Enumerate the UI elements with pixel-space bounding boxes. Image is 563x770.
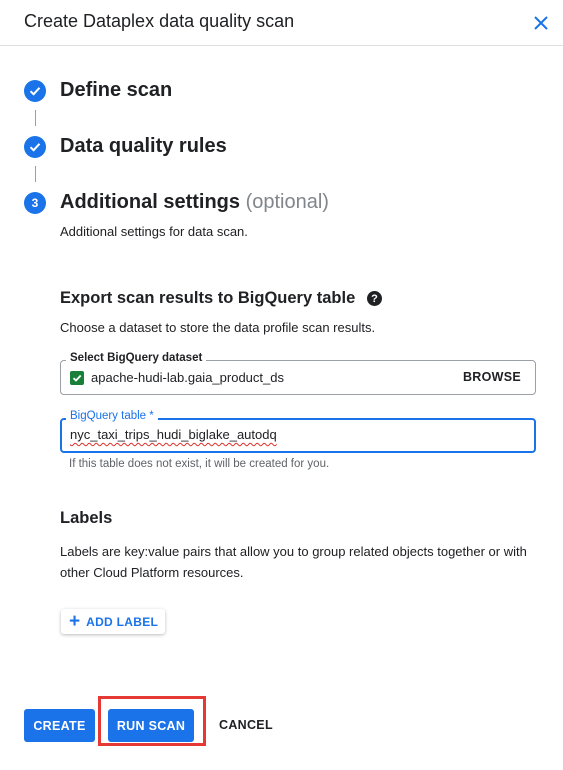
step-3-label: Additional settings — [60, 191, 240, 213]
step-3-number-icon: 3 — [24, 192, 46, 214]
step-3-optional: (optional) — [245, 191, 329, 213]
step-2-title[interactable]: Data quality rules — [60, 135, 227, 158]
bigquery-table-label: BigQuery table * — [66, 410, 158, 422]
labels-description-line1: Labels are key:value pairs that allow yo… — [60, 544, 527, 559]
dataset-field[interactable]: apache-hudi-lab.gaia_product_ds BROWSE — [60, 360, 536, 395]
close-icon[interactable] — [527, 9, 555, 37]
labels-description-line2: other Cloud Platform resources. — [60, 565, 244, 580]
create-button[interactable]: CREATE — [24, 709, 95, 742]
cancel-button[interactable]: CANCEL — [219, 718, 273, 732]
step-connector — [35, 110, 36, 126]
labels-section-title: Labels — [60, 509, 113, 527]
export-section-title: Export scan results to BigQuery table — [60, 289, 356, 307]
bigquery-table-hint: If this table does not exist, it will be… — [69, 458, 330, 470]
step-3-number: 3 — [31, 196, 39, 210]
plus-icon: + — [69, 611, 81, 632]
step-3-description: Additional settings for data scan. — [60, 224, 248, 239]
browse-button[interactable]: BROWSE — [463, 370, 521, 384]
dialog-title: Create Dataplex data quality scan — [24, 11, 295, 31]
dataset-checkbox[interactable] — [70, 371, 84, 385]
export-description: Choose a dataset to store the data profi… — [60, 320, 376, 335]
step-3-title: Additional settings (optional) — [60, 191, 329, 214]
add-label-text: ADD LABEL — [86, 614, 159, 629]
help-glyph: ? — [371, 292, 378, 305]
bigquery-table-input[interactable]: nyc_taxi_trips_hudi_biglake_autodq — [70, 427, 470, 442]
step-1-check-icon — [24, 80, 46, 102]
dataset-value: apache-hudi-lab.gaia_product_ds — [91, 370, 284, 385]
step-2-check-icon — [24, 136, 46, 158]
step-connector — [35, 166, 36, 182]
dialog-header: Create Dataplex data quality scan — [0, 0, 563, 46]
help-icon[interactable]: ? — [367, 291, 382, 306]
step-1-title[interactable]: Define scan — [60, 79, 172, 102]
run-scan-button[interactable]: RUN SCAN — [108, 709, 194, 742]
bigquery-table-field[interactable]: nyc_taxi_trips_hudi_biglake_autodq — [60, 418, 536, 453]
add-label-button[interactable]: + ADD LABEL — [61, 609, 165, 634]
dataset-field-label: Select BigQuery dataset — [66, 352, 207, 364]
